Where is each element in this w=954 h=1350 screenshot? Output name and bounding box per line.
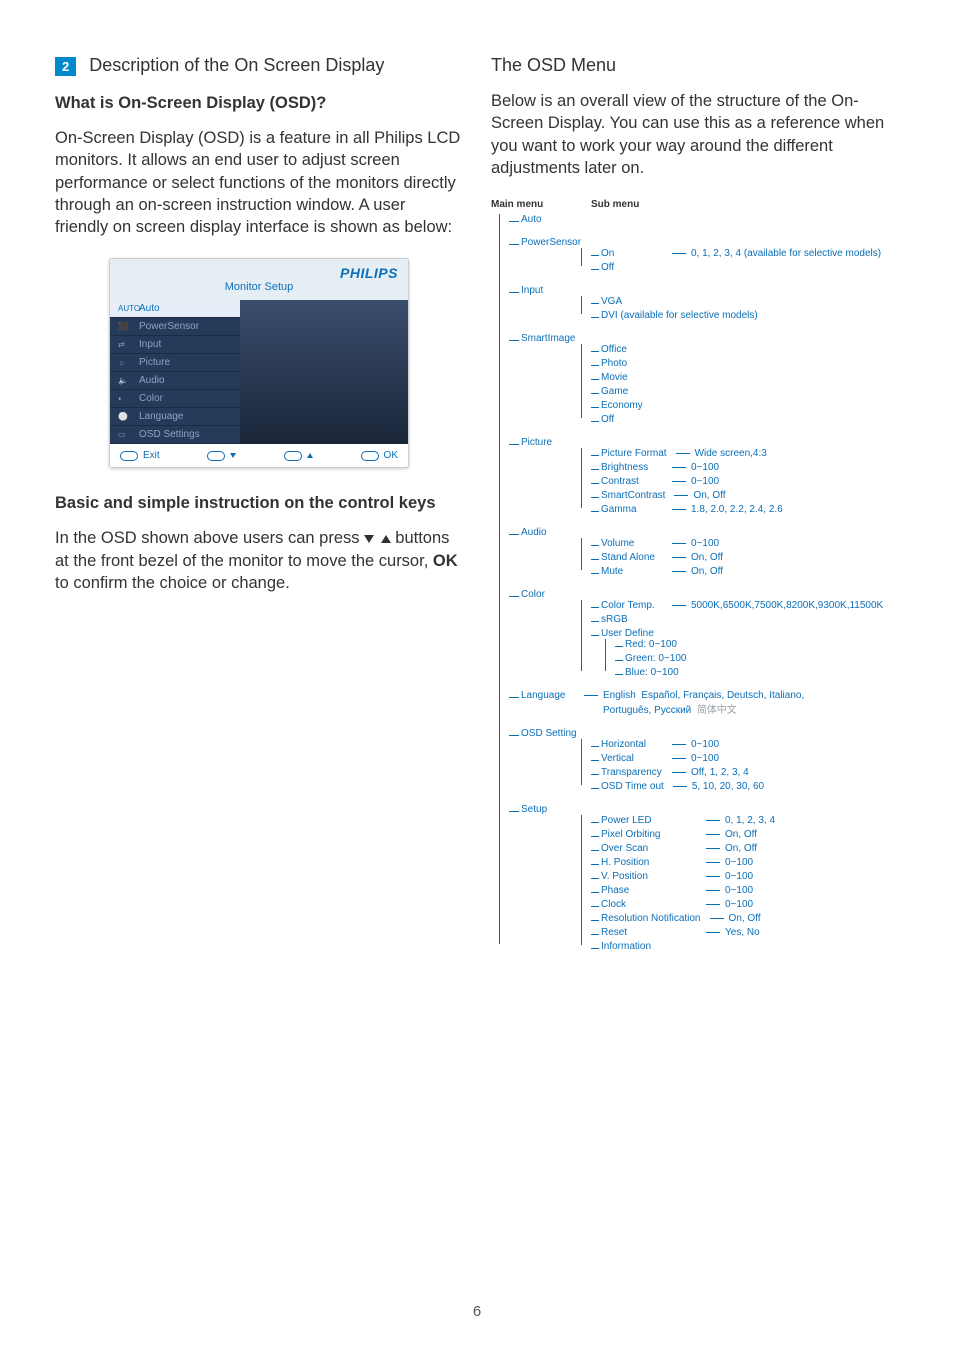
tree-sub-item: Contrast0~100	[591, 476, 899, 487]
ok-text: OK	[433, 552, 458, 570]
tree-sub-item: Movie	[591, 372, 899, 383]
section-title: Description of the On Screen Display	[89, 55, 384, 75]
right-column: The OSD Menu Below is an overall view of…	[491, 55, 899, 964]
tree-head-sub: Sub menu	[591, 199, 639, 210]
osd-ok-key: OK	[361, 450, 398, 461]
tree-sub-item: Color Temp.5000K,6500K,7500K,8200K,9300K…	[591, 600, 899, 611]
tree-sub-item: Off	[591, 414, 899, 425]
tree-sub-item: Gamma1.8, 2.0, 2.2, 2.4, 2.6	[591, 504, 899, 515]
tree-sub-item: TransparencyOff, 1, 2, 3, 4	[591, 767, 899, 778]
osd-menu-list: AUTOAuto⬛PowerSensor⇄Input☼Picture🔈Audio…	[110, 300, 240, 444]
osd-menu-item: ◐Color	[110, 390, 240, 408]
osd-screenshot: PHILIPS Monitor Setup AUTOAuto⬛PowerSens…	[109, 258, 409, 468]
subheading-osd-menu: The OSD Menu	[491, 55, 899, 76]
tree-sub-item: Resolution NotificationOn, Off	[591, 913, 899, 924]
triangle-up-icon	[381, 535, 391, 543]
osd-menu-item: AUTOAuto	[110, 300, 240, 318]
osd-exit-key: Exit	[120, 450, 160, 461]
tree-main-item: SmartImageOfficePhotoMovieGameEconomyOff	[509, 333, 899, 425]
tree-main-item: SetupPower LED0, 1, 2, 3, 4Pixel Orbitin…	[509, 804, 899, 952]
tree-sub-item: SmartContrastOn, Off	[591, 490, 899, 501]
tree-sub-item: Horizontal0~100	[591, 739, 899, 750]
tree-sub-item: Information	[591, 941, 899, 952]
osd-window-title: Monitor Setup	[120, 281, 398, 296]
triangle-down-icon	[364, 535, 374, 543]
tree-sub-item: H. Position0~100	[591, 857, 899, 868]
tree-main-item: OSD SettingHorizontal0~100Vertical0~100T…	[509, 728, 899, 792]
osd-up-key	[284, 451, 313, 461]
tree-sub-item: Red: 0~100	[615, 639, 899, 650]
tree-main-item: PicturePicture FormatWide screen,4:3Brig…	[509, 437, 899, 515]
subheading-basic: Basic and simple instruction on the cont…	[55, 494, 463, 513]
tree-sub-item: V. Position0~100	[591, 871, 899, 882]
section-heading: 2 Description of the On Screen Display	[55, 55, 463, 76]
paragraph-control-keys: In the OSD shown above users can press b…	[55, 527, 463, 594]
osd-menu-item: ⚪Language	[110, 408, 240, 426]
tree-sub-item: Volume0~100	[591, 538, 899, 549]
osd-menu-tree: Main menu Sub menu Auto PowerSensorOn0, 1…	[491, 199, 899, 952]
tree-sub-item: Blue: 0~100	[615, 667, 899, 678]
tree-main-item: LanguageEnglish Español, Français, Deuts…	[509, 690, 899, 716]
tree-main-item: ColorColor Temp.5000K,6500K,7500K,8200K,…	[509, 589, 899, 678]
tree-sub-item: Vertical0~100	[591, 753, 899, 764]
tree-sub-item: sRGB	[591, 614, 899, 625]
philips-logo: PHILIPS	[120, 265, 398, 281]
section-number-badge: 2	[55, 57, 76, 76]
tree-sub-item: Economy	[591, 400, 899, 411]
tree-sub-item: Picture FormatWide screen,4:3	[591, 448, 899, 459]
tree-sub-item: Power LED0, 1, 2, 3, 4	[591, 815, 899, 826]
osd-down-key	[207, 451, 236, 461]
paragraph-osd-overview: Below is an overall view of the structur…	[491, 90, 899, 179]
tree-sub-item: Clock0~100	[591, 899, 899, 910]
left-column: 2 Description of the On Screen Display W…	[55, 55, 463, 964]
subheading-what: What is On-Screen Display (OSD)?	[55, 94, 463, 113]
tree-sub-item: On0, 1, 2, 3, 4 (available for selective…	[591, 248, 899, 259]
tree-sub-item: Stand AloneOn, Off	[591, 552, 899, 563]
osd-menu-item: ⇄Input	[110, 336, 240, 354]
osd-menu-item: 🔈Audio	[110, 372, 240, 390]
osd-menu-item: ⬛PowerSensor	[110, 318, 240, 336]
osd-menu-item: ▭OSD Settings	[110, 426, 240, 444]
tree-sub-item: VGA	[591, 296, 899, 307]
tree-sub-item: Phase0~100	[591, 885, 899, 896]
tree-main-item: InputVGADVI (available for selective mod…	[509, 285, 899, 321]
tree-sub-item: DVI (available for selective models)	[591, 310, 899, 321]
tree-sub-item: OSD Time out5, 10, 20, 30, 60	[591, 781, 899, 792]
tree-sub-item: Green: 0~100	[615, 653, 899, 664]
tree-sub-item: Over ScanOn, Off	[591, 843, 899, 854]
osd-menu-item: ☼Picture	[110, 354, 240, 372]
tree-sub-item: Pixel OrbitingOn, Off	[591, 829, 899, 840]
osd-right-panel	[240, 300, 408, 444]
tree-main-item: PowerSensorOn0, 1, 2, 3, 4 (available fo…	[509, 237, 899, 273]
tree-sub-item: Brightness0~100	[591, 462, 899, 473]
tree-sub-item: MuteOn, Off	[591, 566, 899, 577]
tree-sub-item: ResetYes, No	[591, 927, 899, 938]
tree-sub-item: User DefineRed: 0~100Green: 0~100Blue: 0…	[591, 628, 899, 678]
tree-sub-item: Office	[591, 344, 899, 355]
tree-main-item: Auto	[509, 214, 899, 225]
tree-sub-item: Game	[591, 386, 899, 397]
tree-sub-item: Photo	[591, 358, 899, 369]
paragraph-osd-intro: On-Screen Display (OSD) is a feature in …	[55, 127, 463, 238]
tree-head-main: Main menu	[491, 199, 591, 210]
page-number: 6	[0, 1303, 954, 1320]
tree-sub-item: Off	[591, 262, 899, 273]
tree-main-item: AudioVolume0~100Stand AloneOn, OffMuteOn…	[509, 527, 899, 577]
